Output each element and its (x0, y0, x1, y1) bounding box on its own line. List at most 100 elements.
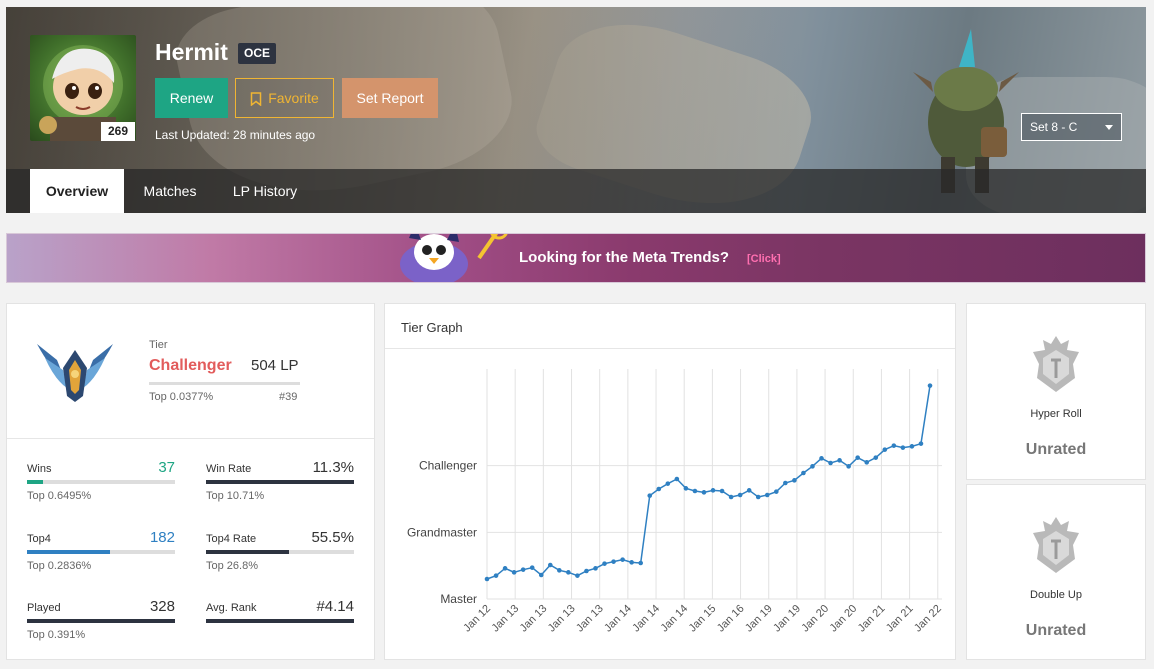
data-point (647, 493, 653, 498)
stat-sub: Top 0.6495% (27, 490, 92, 502)
level-badge: 269 (101, 122, 135, 141)
data-point (918, 441, 924, 446)
data-point (746, 488, 752, 493)
tier-progress-bar (149, 382, 300, 385)
data-point (502, 566, 508, 571)
tier-rank: #39 (279, 391, 298, 403)
data-point (764, 492, 770, 498)
data-point (529, 565, 535, 570)
data-point (593, 566, 598, 571)
summoner-name: Hermit (155, 39, 228, 65)
stat-bar (27, 480, 175, 484)
last-updated: Last Updated: 28 minutes ago (155, 128, 316, 142)
data-point (602, 561, 607, 566)
data-point (728, 494, 734, 500)
stat-label: Played (27, 602, 61, 614)
x-tick-label: Jan 13 (489, 603, 521, 635)
data-point (774, 489, 779, 494)
data-point (484, 576, 490, 582)
x-tick-label: Jan 21 (856, 603, 888, 635)
data-point (638, 560, 643, 566)
data-point (656, 486, 662, 492)
stat-value: 55.5% (311, 529, 354, 546)
x-tick-label: Jan 14 (602, 603, 634, 635)
data-point (810, 464, 815, 469)
x-tick-label: Jan 20 (799, 603, 831, 635)
stat-bar (27, 619, 175, 623)
data-point (584, 568, 589, 574)
mode-status: Unrated (1025, 622, 1087, 639)
banner-click-link[interactable]: [Click] (747, 253, 781, 265)
x-tick-label: Jan 14 (658, 603, 690, 635)
stat-value: #4.14 (316, 598, 354, 615)
tab-matches[interactable]: Matches (132, 169, 208, 213)
mode-name: Hyper Roll (1030, 408, 1082, 420)
x-tick-label: Jan 19 (743, 603, 775, 635)
stat-bar (206, 619, 354, 623)
stat-sub: Top 0.391% (27, 629, 86, 641)
stat-bar-fill (27, 480, 44, 484)
data-point (710, 488, 716, 493)
tab-lp-history[interactable]: LP History (220, 169, 310, 213)
data-point (891, 443, 897, 448)
tier-name: Challenger (149, 357, 232, 374)
challenger-emblem-icon (37, 344, 113, 402)
x-tick-label: Jan 22 (912, 603, 944, 635)
data-point (792, 478, 797, 483)
y-tick-label: Master (440, 592, 477, 606)
data-point (755, 494, 761, 500)
x-tick-label: Jan 13 (574, 603, 606, 635)
set-select[interactable]: Set 8 - C (1021, 113, 1122, 141)
stat-label: Top4 (27, 533, 51, 545)
data-point (665, 481, 671, 486)
stat-bar-fill (27, 550, 110, 554)
data-point (520, 567, 526, 572)
banner-text: Looking for the Meta Trends? (519, 249, 730, 266)
stat-value: 182 (149, 529, 175, 546)
x-tick-label: Jan 14 (630, 603, 662, 635)
mode-card-hyper-roll: Hyper Roll Unrated (966, 303, 1146, 480)
profile-header: 269 Hermit OCE Renew Favorite Set Report… (6, 7, 1146, 213)
stat-bar-fill (206, 480, 354, 484)
data-point (855, 455, 860, 460)
data-point (927, 383, 933, 388)
stat-sub: Top 10.71% (206, 490, 265, 502)
meta-trends-banner[interactable]: Looking for the Meta Trends? [Click] (6, 233, 1146, 283)
stat-value: 11.3% (312, 459, 354, 476)
stat-bar-fill (27, 619, 175, 623)
x-tick-label: Jan 21 (884, 603, 916, 635)
favorite-button[interactable]: Favorite (235, 78, 334, 118)
data-point (819, 456, 824, 461)
x-tick-label: Jan 19 (771, 603, 803, 635)
data-point (909, 444, 915, 449)
x-tick-label: Jan 16 (715, 603, 747, 635)
stat-sub: Top 26.8% (206, 560, 258, 572)
renew-button[interactable]: Renew (155, 78, 228, 118)
data-point (900, 445, 906, 450)
data-point (882, 447, 888, 452)
stat-bar-fill (206, 619, 354, 623)
mode-status: Unrated (1025, 441, 1087, 458)
data-point (575, 573, 580, 578)
tier-graph-chart: MasterGrandmasterChallengerJan 12Jan 13J… (407, 369, 944, 635)
tier-card: Tier Challenger 504 LP Top 0.0377% #39 W… (6, 303, 375, 660)
stat-bar-fill (206, 550, 289, 554)
y-tick-label: Grandmaster (407, 525, 477, 539)
stat-value: 37 (158, 459, 175, 476)
series-line (486, 385, 931, 580)
tab-bar: Overview Matches LP History (6, 169, 1146, 213)
data-point (864, 460, 870, 465)
x-tick-label: Jan 13 (546, 603, 578, 635)
set-report-button[interactable]: Set Report (342, 78, 438, 118)
stat-label: Wins (27, 463, 52, 475)
tier-lp: 504 LP (251, 357, 299, 374)
region-badge: OCE (238, 43, 277, 64)
tab-overview[interactable]: Overview (30, 169, 124, 213)
x-tick-label: Jan 13 (518, 603, 550, 635)
data-point (846, 464, 851, 469)
mascot-icon (400, 234, 508, 282)
graph-title: Tier Graph (401, 320, 463, 335)
data-point (493, 573, 499, 578)
data-point (611, 559, 616, 564)
data-point (547, 562, 553, 568)
